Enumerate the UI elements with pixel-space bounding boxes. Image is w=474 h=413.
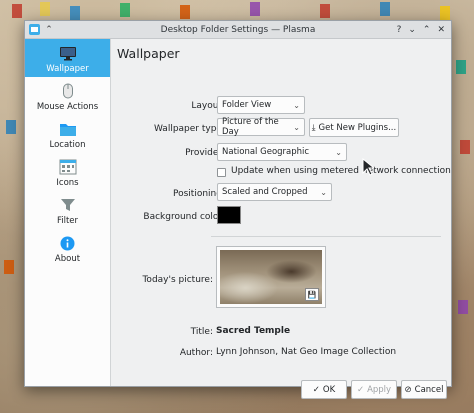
sidebar-item-label: About bbox=[54, 254, 81, 264]
info-icon bbox=[59, 235, 77, 251]
cancel-icon: ⊘ bbox=[404, 384, 412, 395]
todays-picture-label: Today's picture: bbox=[142, 275, 213, 285]
chevron-down-icon: ⌄ bbox=[293, 100, 300, 110]
title-label: Title: bbox=[190, 327, 213, 337]
filter-icon bbox=[59, 197, 77, 213]
window-title: Desktop Folder Settings — Plasma bbox=[160, 24, 316, 35]
positioning-label: Positioning: bbox=[173, 189, 225, 199]
author-value: Lynn Johnson, Nat Geo Image Collection bbox=[216, 347, 397, 357]
minimize-icon[interactable]: ⌄ bbox=[408, 25, 416, 35]
plasma-app-icon bbox=[29, 24, 40, 35]
monitor-icon bbox=[59, 45, 77, 61]
mouse-cursor-icon bbox=[362, 157, 376, 179]
background-color-button[interactable] bbox=[217, 206, 241, 224]
sidebar-item-mouse-actions[interactable]: Mouse Actions bbox=[25, 77, 110, 115]
positioning-value: Scaled and Cropped bbox=[222, 187, 308, 197]
todays-picture-image: 💾 bbox=[220, 250, 322, 304]
positioning-combo[interactable]: Scaled and Cropped ⌄ bbox=[217, 183, 332, 201]
provider-label: Provider: bbox=[185, 148, 225, 158]
cancel-button[interactable]: ⊘ Cancel bbox=[401, 380, 447, 399]
icons-grid-icon bbox=[59, 159, 77, 175]
ok-label: OK bbox=[322, 384, 336, 395]
cancel-label: Cancel bbox=[414, 384, 444, 395]
wallpaper-type-label: Wallpaper type: bbox=[153, 124, 225, 134]
sidebar-item-wallpaper[interactable]: Wallpaper bbox=[25, 39, 110, 77]
keep-above-icon[interactable]: ⌃ bbox=[44, 25, 54, 35]
provider-value: National Geographic bbox=[222, 147, 310, 157]
check-icon: ✓ bbox=[356, 384, 365, 395]
maximize-icon[interactable]: ⌃ bbox=[423, 25, 431, 35]
author-label: Author: bbox=[179, 348, 213, 358]
folder-icon bbox=[59, 121, 77, 137]
title-bar[interactable]: ⌃ Desktop Folder Settings — Plasma ? ⌄ ⌃… bbox=[25, 21, 451, 39]
sidebar-item-label: Filter bbox=[56, 216, 79, 226]
sidebar-item-about[interactable]: About bbox=[25, 229, 110, 267]
save-icon[interactable]: 💾 bbox=[305, 288, 319, 301]
layout-label: Layout: bbox=[191, 101, 225, 111]
download-icon: ⤓ bbox=[311, 122, 316, 133]
wallpaper-page: Wallpaper Layout: Folder View ⌄ Wallpape… bbox=[111, 39, 451, 399]
metered-checkbox[interactable] bbox=[217, 168, 226, 177]
check-icon: ✓ bbox=[312, 384, 320, 395]
sidebar-item-filter[interactable]: Filter bbox=[25, 191, 110, 229]
title-value: Sacred Temple bbox=[216, 326, 291, 336]
sidebar-item-label: Mouse Actions bbox=[36, 102, 99, 112]
get-new-plugins-label: Get New Plugins... bbox=[318, 122, 397, 133]
wallpaper-type-value: Picture of the Day bbox=[222, 117, 279, 137]
chevron-down-icon: ⌄ bbox=[335, 147, 342, 157]
sidebar-item-icons[interactable]: Icons bbox=[25, 153, 110, 191]
apply-label: Apply bbox=[367, 384, 392, 395]
sidebar-item-label: Location bbox=[49, 140, 86, 150]
metered-label: Update when using metered network connec… bbox=[231, 166, 451, 176]
sidebar-item-label: Wallpaper bbox=[46, 64, 89, 74]
get-new-plugins-button[interactable]: ⤓ Get New Plugins... bbox=[309, 118, 399, 137]
settings-dialog: ⌃ Desktop Folder Settings — Plasma ? ⌄ ⌃… bbox=[24, 20, 452, 399]
layout-value: Folder View bbox=[222, 100, 272, 110]
close-icon[interactable]: ✕ bbox=[437, 25, 445, 35]
todays-picture-frame[interactable]: 💾 bbox=[216, 246, 326, 308]
ok-button[interactable]: ✓ OK bbox=[301, 380, 347, 399]
background-color-label: Background color: bbox=[143, 212, 225, 222]
help-icon[interactable]: ? bbox=[397, 25, 402, 35]
mouse-icon bbox=[59, 83, 77, 99]
sidebar-item-label: Icons bbox=[56, 178, 79, 188]
separator bbox=[211, 236, 441, 237]
chevron-down-icon: ⌄ bbox=[320, 187, 327, 197]
sidebar-item-location[interactable]: Location bbox=[25, 115, 110, 153]
apply-button[interactable]: ✓ Apply bbox=[351, 380, 397, 399]
provider-combo[interactable]: National Geographic ⌄ bbox=[217, 143, 347, 161]
wallpaper-type-combo[interactable]: Picture of the Day ⌄ bbox=[217, 117, 305, 137]
chevron-down-icon: ⌄ bbox=[293, 122, 300, 132]
page-title: Wallpaper bbox=[117, 46, 180, 61]
layout-combo[interactable]: Folder View ⌄ bbox=[217, 96, 305, 114]
